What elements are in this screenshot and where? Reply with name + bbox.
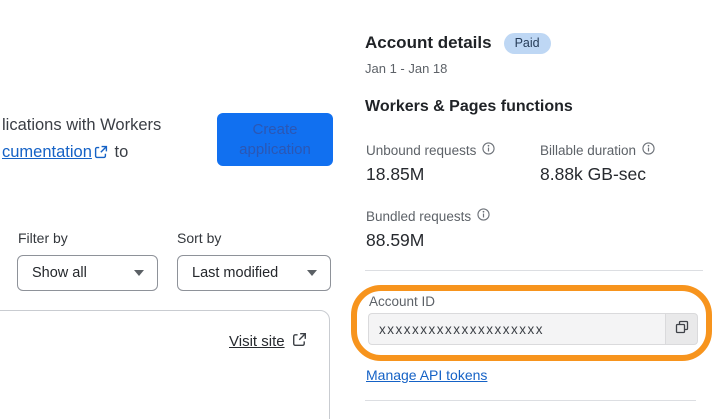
stat-label: Unbound requests [366, 142, 477, 158]
intro-line1: lications with Workers [2, 116, 162, 134]
stat-bundled-requests: Bundled requests 88.59M [366, 208, 490, 251]
info-icon[interactable] [477, 208, 490, 224]
workers-pages-dashboard: lications with Workers cumentation to Cr… [0, 0, 718, 419]
visit-site-link[interactable]: Visit site [229, 332, 307, 351]
filter-by-label: Filter by [18, 230, 68, 246]
project-card [0, 310, 330, 419]
chevron-down-icon [307, 270, 317, 276]
external-link-icon [94, 141, 108, 168]
manage-api-tokens-link[interactable]: Manage API tokens [366, 367, 487, 383]
filter-select[interactable]: Show all [17, 255, 158, 291]
account-id-input[interactable] [368, 313, 665, 345]
external-link-icon [292, 332, 307, 351]
copy-button[interactable] [665, 313, 698, 345]
stat-unbound-requests: Unbound requests 18.85M [366, 142, 495, 185]
create-application-button[interactable]: Create application [217, 113, 333, 166]
documentation-link[interactable]: cumentation [2, 143, 92, 161]
account-id-group [368, 313, 698, 345]
stat-value: 18.85M [366, 164, 425, 184]
info-icon[interactable] [642, 142, 655, 158]
divider [365, 270, 703, 271]
visit-site-label: Visit site [229, 333, 285, 350]
stat-label: Billable duration [540, 142, 637, 158]
stat-billable-duration: Billable duration 8.88k GB-sec [540, 142, 655, 185]
intro-suffix: to [114, 143, 129, 161]
stat-value: 8.88k GB-sec [540, 164, 647, 184]
copy-icon [674, 319, 690, 340]
functions-section-title: Workers & Pages functions [365, 98, 573, 115]
sort-by-label: Sort by [177, 230, 222, 246]
account-id-label: Account ID [369, 294, 436, 309]
intro-text: lications with Workers cumentation to [2, 112, 217, 168]
date-range: Jan 1 - Jan 18 [365, 61, 448, 76]
stat-value: 88.59M [366, 230, 425, 250]
stat-label: Bundled requests [366, 208, 472, 224]
account-details-title: Account details [365, 33, 492, 53]
sort-select-value: Last modified [192, 265, 279, 281]
divider [365, 400, 696, 401]
paid-badge: Paid [503, 33, 551, 54]
filter-select-value: Show all [32, 265, 87, 281]
info-icon[interactable] [482, 142, 495, 158]
sort-select[interactable]: Last modified [177, 255, 331, 291]
account-details-header: Account details Paid [365, 33, 551, 54]
chevron-down-icon [134, 270, 144, 276]
